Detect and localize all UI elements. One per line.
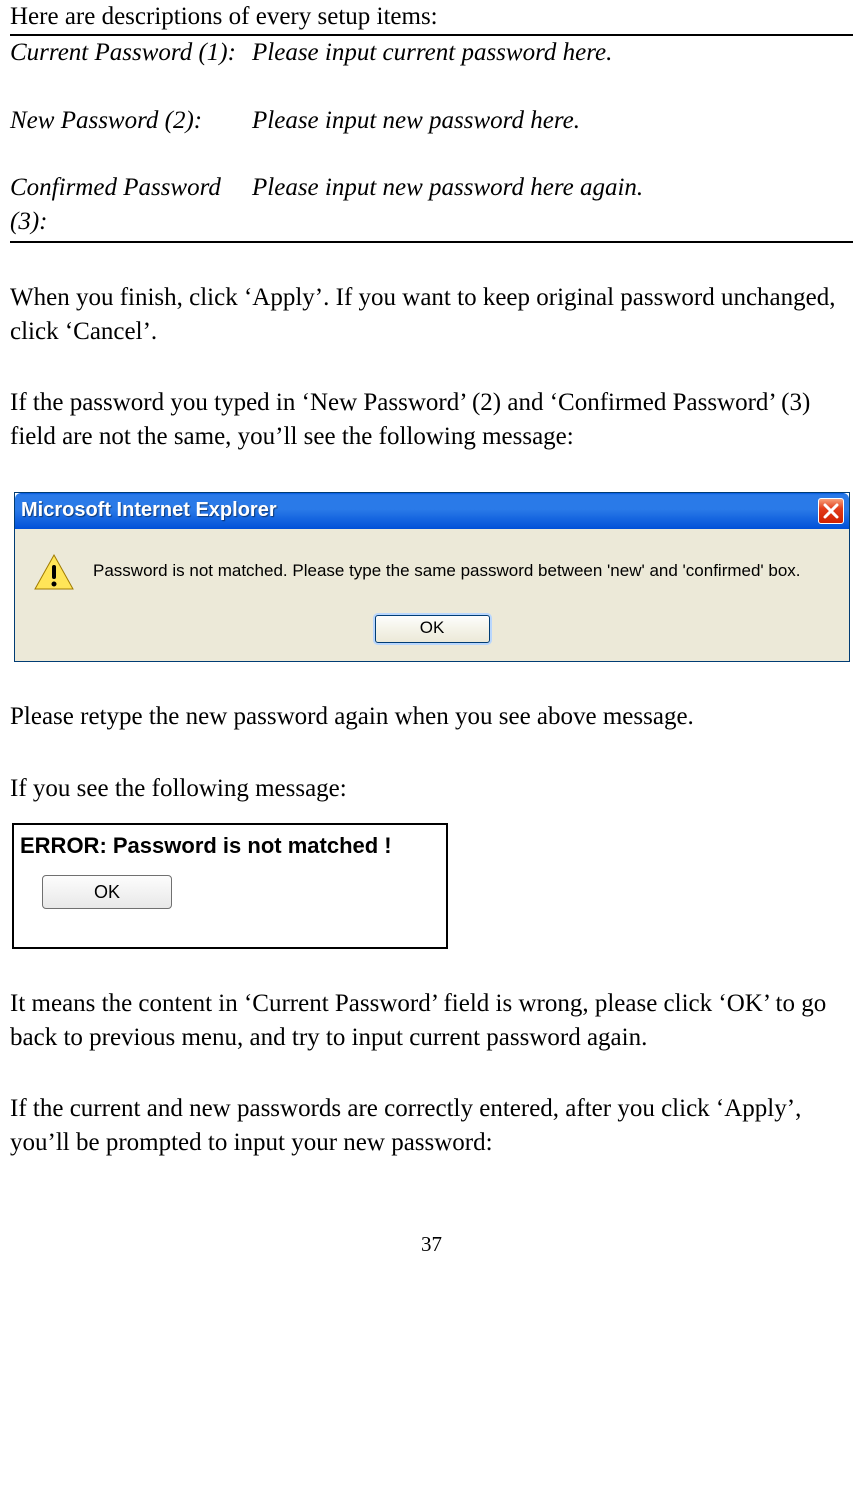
ok-button[interactable]: OK — [375, 615, 490, 643]
paragraph-4: If you see the following message: — [10, 772, 853, 806]
definitions-table: Current Password (1): Please input curre… — [10, 36, 853, 243]
alert-dialog: Microsoft Internet Explorer Password is … — [14, 492, 850, 662]
definition-description: Please input new password here. — [252, 104, 853, 138]
dialog-message: Password is not matched. Please type the… — [93, 560, 801, 583]
definition-row-new: New Password (2): Please input new passw… — [10, 104, 853, 138]
dialog-body: Password is not matched. Please type the… — [15, 529, 849, 661]
paragraph-2: If the password you typed in ‘New Passwo… — [10, 386, 853, 454]
definition-label: New Password (2): — [10, 104, 252, 138]
paragraph-6: If the current and new passwords are cor… — [10, 1092, 853, 1160]
definition-description: Please input current password here. — [252, 36, 853, 70]
ok-button[interactable]: OK — [42, 875, 172, 909]
dialog-title: Microsoft Internet Explorer — [21, 497, 277, 524]
error-message: ERROR: Password is not matched ! — [20, 831, 440, 861]
page-content: Here are descriptions of every setup ite… — [0, 0, 863, 1338]
dialog-titlebar: Microsoft Internet Explorer — [15, 493, 849, 529]
definition-description: Please input new password here again. — [252, 171, 853, 205]
close-icon — [821, 501, 841, 521]
error-dialog: ERROR: Password is not matched ! OK — [12, 823, 448, 949]
page-number: 37 — [10, 1230, 853, 1258]
definition-label: Confirmed Password (3): — [10, 171, 252, 239]
paragraph-3: Please retype the new password again whe… — [10, 700, 853, 734]
definition-row-current: Current Password (1): Please input curre… — [10, 36, 853, 70]
definition-row-confirmed: Confirmed Password (3): Please input new… — [10, 171, 853, 239]
paragraph-5: It means the content in ‘Current Passwor… — [10, 987, 853, 1055]
paragraph-1: When you finish, click ‘Apply’. If you w… — [10, 281, 853, 349]
intro-text: Here are descriptions of every setup ite… — [10, 0, 853, 36]
warning-icon — [33, 553, 75, 591]
definition-label: Current Password (1): — [10, 36, 252, 70]
close-button[interactable] — [818, 498, 844, 524]
